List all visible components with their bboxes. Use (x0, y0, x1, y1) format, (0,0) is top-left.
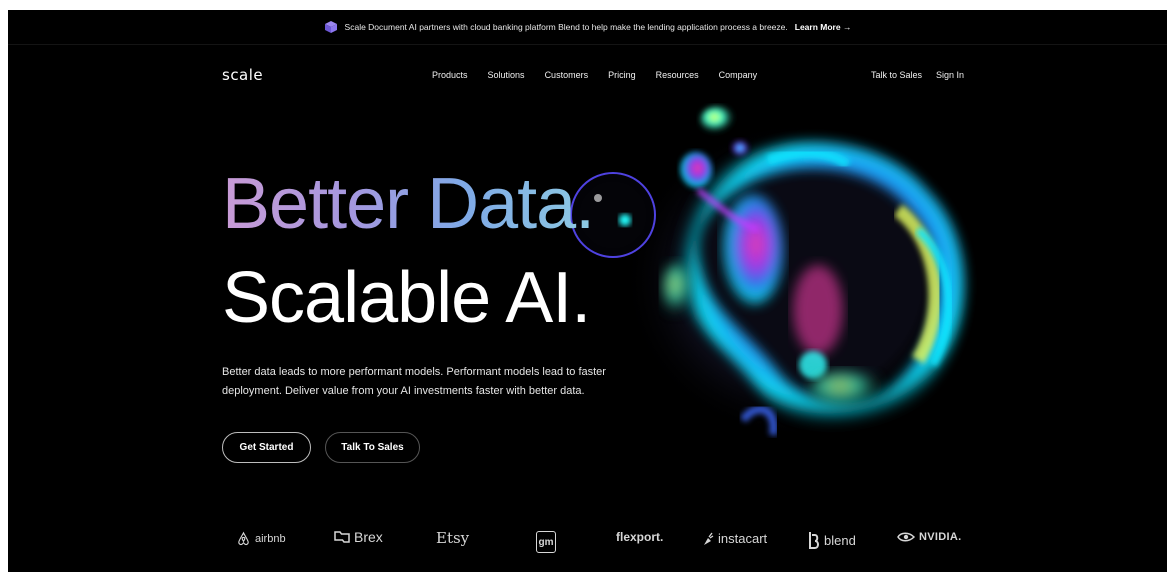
etsy-logo: Etsy (436, 529, 469, 547)
airbnb-logo: airbnb (236, 531, 286, 546)
etsy-wordmark: Etsy (436, 529, 470, 547)
gm-badge: gm (536, 531, 556, 553)
hero-heading-line1: Better Data. (222, 164, 595, 244)
brex-icon (334, 531, 350, 543)
nvidia-logo: NVIDIA. (897, 531, 961, 543)
nav-products[interactable]: Products (432, 70, 468, 80)
announcement-bar[interactable]: Scale Document AI partners with cloud ba… (8, 10, 1167, 45)
main-nav: Products Solutions Customers Pricing Res… (432, 70, 757, 80)
talk-to-sales-link[interactable]: Talk to Sales (871, 70, 922, 80)
nvidia-eye-icon (897, 532, 915, 542)
cube-icon (324, 21, 337, 33)
scale-logo[interactable]: scale (222, 66, 263, 84)
blend-wordmark: blend (824, 532, 856, 548)
nav-customers[interactable]: Customers (545, 70, 589, 80)
hero-heading-line2: Scalable AI. (222, 258, 591, 338)
talk-to-sales-button[interactable]: Talk To Sales (325, 432, 420, 463)
page-frame: Scale Document AI partners with cloud ba… (8, 10, 1167, 572)
nvidia-wordmark: NVIDIA. (919, 531, 962, 543)
blend-logo: blend (808, 531, 856, 549)
gm-logo: gm (536, 531, 556, 553)
nav-solutions[interactable]: Solutions (488, 70, 525, 80)
instacart-wordmark: instacart (718, 531, 768, 546)
brex-wordmark: Brex (354, 529, 383, 545)
customer-logos: airbnb Brex Etsy gm flexport. instacart (8, 527, 1167, 557)
nav-right: Talk to Sales Sign In (871, 70, 964, 80)
carrot-icon (704, 532, 714, 545)
brex-logo: Brex (334, 529, 383, 545)
hero-description-line2: deployment. Deliver value from your AI i… (222, 385, 585, 397)
announcement-text: Scale Document AI partners with cloud ba… (344, 22, 788, 32)
nav-resources[interactable]: Resources (656, 70, 699, 80)
hero-description-line1: Better data leads to more performant mod… (222, 366, 606, 378)
flexport-wordmark: flexport. (616, 530, 664, 544)
get-started-button[interactable]: Get Started (222, 432, 311, 463)
instacart-logo: instacart (702, 531, 767, 546)
blend-icon (809, 532, 819, 549)
sign-in-link[interactable]: Sign In (936, 70, 964, 80)
airbnb-icon (238, 531, 249, 546)
airbnb-wordmark: airbnb (255, 532, 286, 545)
iridescent-blob-illustration (567, 106, 973, 440)
learn-more-link[interactable]: Learn More → (795, 22, 852, 32)
hero-description: Better data leads to more performant mod… (222, 363, 662, 401)
flexport-logo: flexport. (616, 530, 663, 544)
nav-pricing[interactable]: Pricing (608, 70, 636, 80)
nav-company[interactable]: Company (719, 70, 758, 80)
